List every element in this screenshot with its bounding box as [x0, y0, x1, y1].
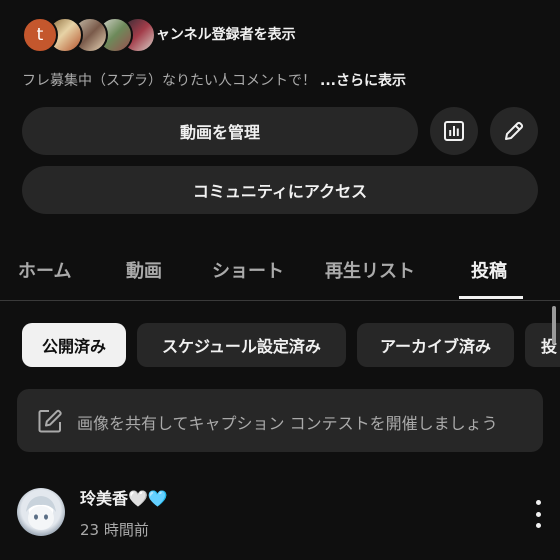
- tab-shorts[interactable]: ショート: [212, 257, 284, 283]
- post-timestamp: 23 時間前: [80, 521, 149, 539]
- pencil-icon: [505, 121, 524, 140]
- description-text: フレ募集中（スプラ）なりたい人コメントで！: [22, 73, 316, 89]
- channel-description[interactable]: フレ募集中（スプラ）なりたい人コメントで！ ...さらに表示: [22, 70, 406, 90]
- chip-scrollbar[interactable]: [552, 306, 556, 344]
- show-subscribers-link[interactable]: チャンネル登録者を表示: [142, 24, 296, 44]
- create-post-box[interactable]: 画像を共有してキャプション コンテストを開催しましょう: [17, 389, 543, 452]
- channel-tabs: ホーム 動画 ショート 再生リスト 投稿: [0, 245, 560, 301]
- tab-videos[interactable]: 動画: [126, 257, 162, 283]
- edit-box-icon: [38, 409, 62, 433]
- tabs-divider: [0, 300, 560, 301]
- channel-avatar: t: [22, 17, 58, 53]
- tab-posts[interactable]: 投稿: [471, 257, 507, 283]
- chip-scheduled[interactable]: スケジュール設定済み: [137, 323, 346, 367]
- edit-channel-button[interactable]: [490, 107, 538, 155]
- chip-published[interactable]: 公開済み: [22, 323, 126, 367]
- show-more-link[interactable]: ...さらに表示: [320, 73, 406, 89]
- manage-videos-button[interactable]: 動画を管理: [22, 107, 418, 155]
- subscriber-avatars[interactable]: t: [22, 17, 156, 53]
- analytics-button[interactable]: [430, 107, 478, 155]
- avatar-illustration: [26, 496, 56, 530]
- analytics-icon: [444, 121, 464, 141]
- post-author-avatar[interactable]: [17, 488, 65, 536]
- post-author-name[interactable]: 玲美香🤍🩵: [80, 485, 168, 509]
- more-vert-icon[interactable]: [528, 500, 548, 528]
- tab-playlists[interactable]: 再生リスト: [325, 257, 415, 283]
- chip-archived[interactable]: アーカイブ済み: [357, 323, 514, 367]
- community-access-button[interactable]: コミュニティにアクセス: [22, 166, 538, 214]
- create-post-placeholder: 画像を共有してキャプション コンテストを開催しましょう: [77, 414, 498, 433]
- tab-home[interactable]: ホーム: [18, 257, 71, 283]
- active-tab-indicator: [459, 296, 523, 299]
